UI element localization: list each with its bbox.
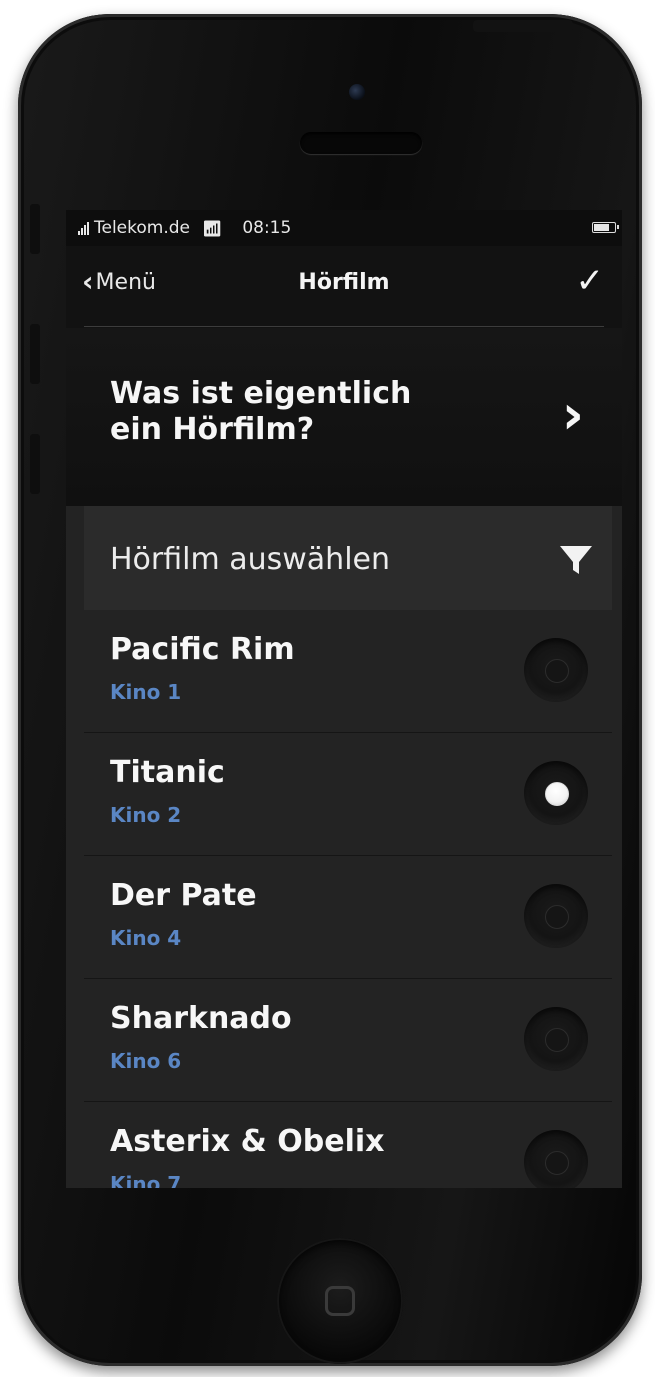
movie-title: Titanic	[110, 755, 225, 790]
movie-cinema: Kino 1	[110, 680, 182, 704]
status-time: 08:15	[242, 218, 292, 238]
movie-title: Sharknado	[110, 1001, 292, 1036]
list-item[interactable]: Sharknado Kino 6	[84, 979, 612, 1102]
filter-row[interactable]: Hörfilm auswählen	[84, 506, 612, 611]
chevron-right-icon: ›	[561, 383, 584, 446]
power-button	[473, 20, 573, 32]
signal-icon	[78, 221, 89, 235]
movie-cinema: Kino 2	[110, 803, 182, 827]
volume-down-button	[30, 434, 40, 494]
info-line-2: ein Hörfilm?	[110, 412, 315, 447]
radio-button[interactable]	[524, 1130, 588, 1188]
front-camera	[349, 84, 365, 100]
status-bar: Telekom.de 📶︎ 08:15	[66, 210, 622, 246]
filter-label: Hörfilm auswählen	[110, 542, 391, 577]
info-row-what-is-hoerfilm[interactable]: Was ist eigentlich ein Hörfilm? ›	[66, 328, 622, 506]
info-text: Was ist eigentlich ein Hörfilm?	[110, 376, 470, 448]
mute-switch	[30, 204, 40, 254]
divider	[84, 326, 604, 327]
volume-up-button	[30, 324, 40, 384]
wifi-icon: 📶︎	[202, 218, 223, 238]
list-item[interactable]: Der Pate Kino 4	[84, 856, 612, 979]
radio-button[interactable]	[524, 884, 588, 948]
screen: Telekom.de 📶︎ 08:15 ‹ Menü Hörfilm ✓ Was…	[66, 210, 622, 1188]
home-button[interactable]	[277, 1238, 403, 1364]
phone-frame: Telekom.de 📶︎ 08:15 ‹ Menü Hörfilm ✓ Was…	[18, 14, 642, 1366]
home-square-icon	[325, 1286, 355, 1316]
battery-icon	[592, 222, 619, 233]
movie-title: Pacific Rim	[110, 632, 295, 667]
list-item[interactable]: Pacific Rim Kino 1	[84, 610, 612, 733]
list-item[interactable]: Titanic Kino 2	[84, 733, 612, 856]
filter-icon[interactable]	[558, 542, 594, 578]
radio-button-selected[interactable]	[524, 761, 588, 825]
earpiece-speaker	[300, 132, 422, 154]
movie-cinema: Kino 7	[110, 1172, 182, 1188]
info-line-1: Was ist eigentlich	[110, 376, 412, 411]
radio-button[interactable]	[524, 638, 588, 702]
checkmark-icon[interactable]: ✓	[576, 264, 605, 298]
movie-cinema: Kino 6	[110, 1049, 182, 1073]
radio-button[interactable]	[524, 1007, 588, 1071]
movie-title: Der Pate	[110, 878, 257, 913]
movie-list: Pacific Rim Kino 1 Titanic Kino 2 Der Pa…	[84, 610, 612, 1188]
carrier-name: Telekom.de	[94, 218, 190, 238]
list-item[interactable]: Asterix & Obelix Kino 7	[84, 1102, 612, 1188]
movie-title: Asterix & Obelix	[110, 1124, 385, 1159]
movie-cinema: Kino 4	[110, 926, 182, 950]
navigation-bar: ‹ Menü Hörfilm ✓	[66, 246, 622, 328]
page-title: Hörfilm	[298, 270, 390, 295]
